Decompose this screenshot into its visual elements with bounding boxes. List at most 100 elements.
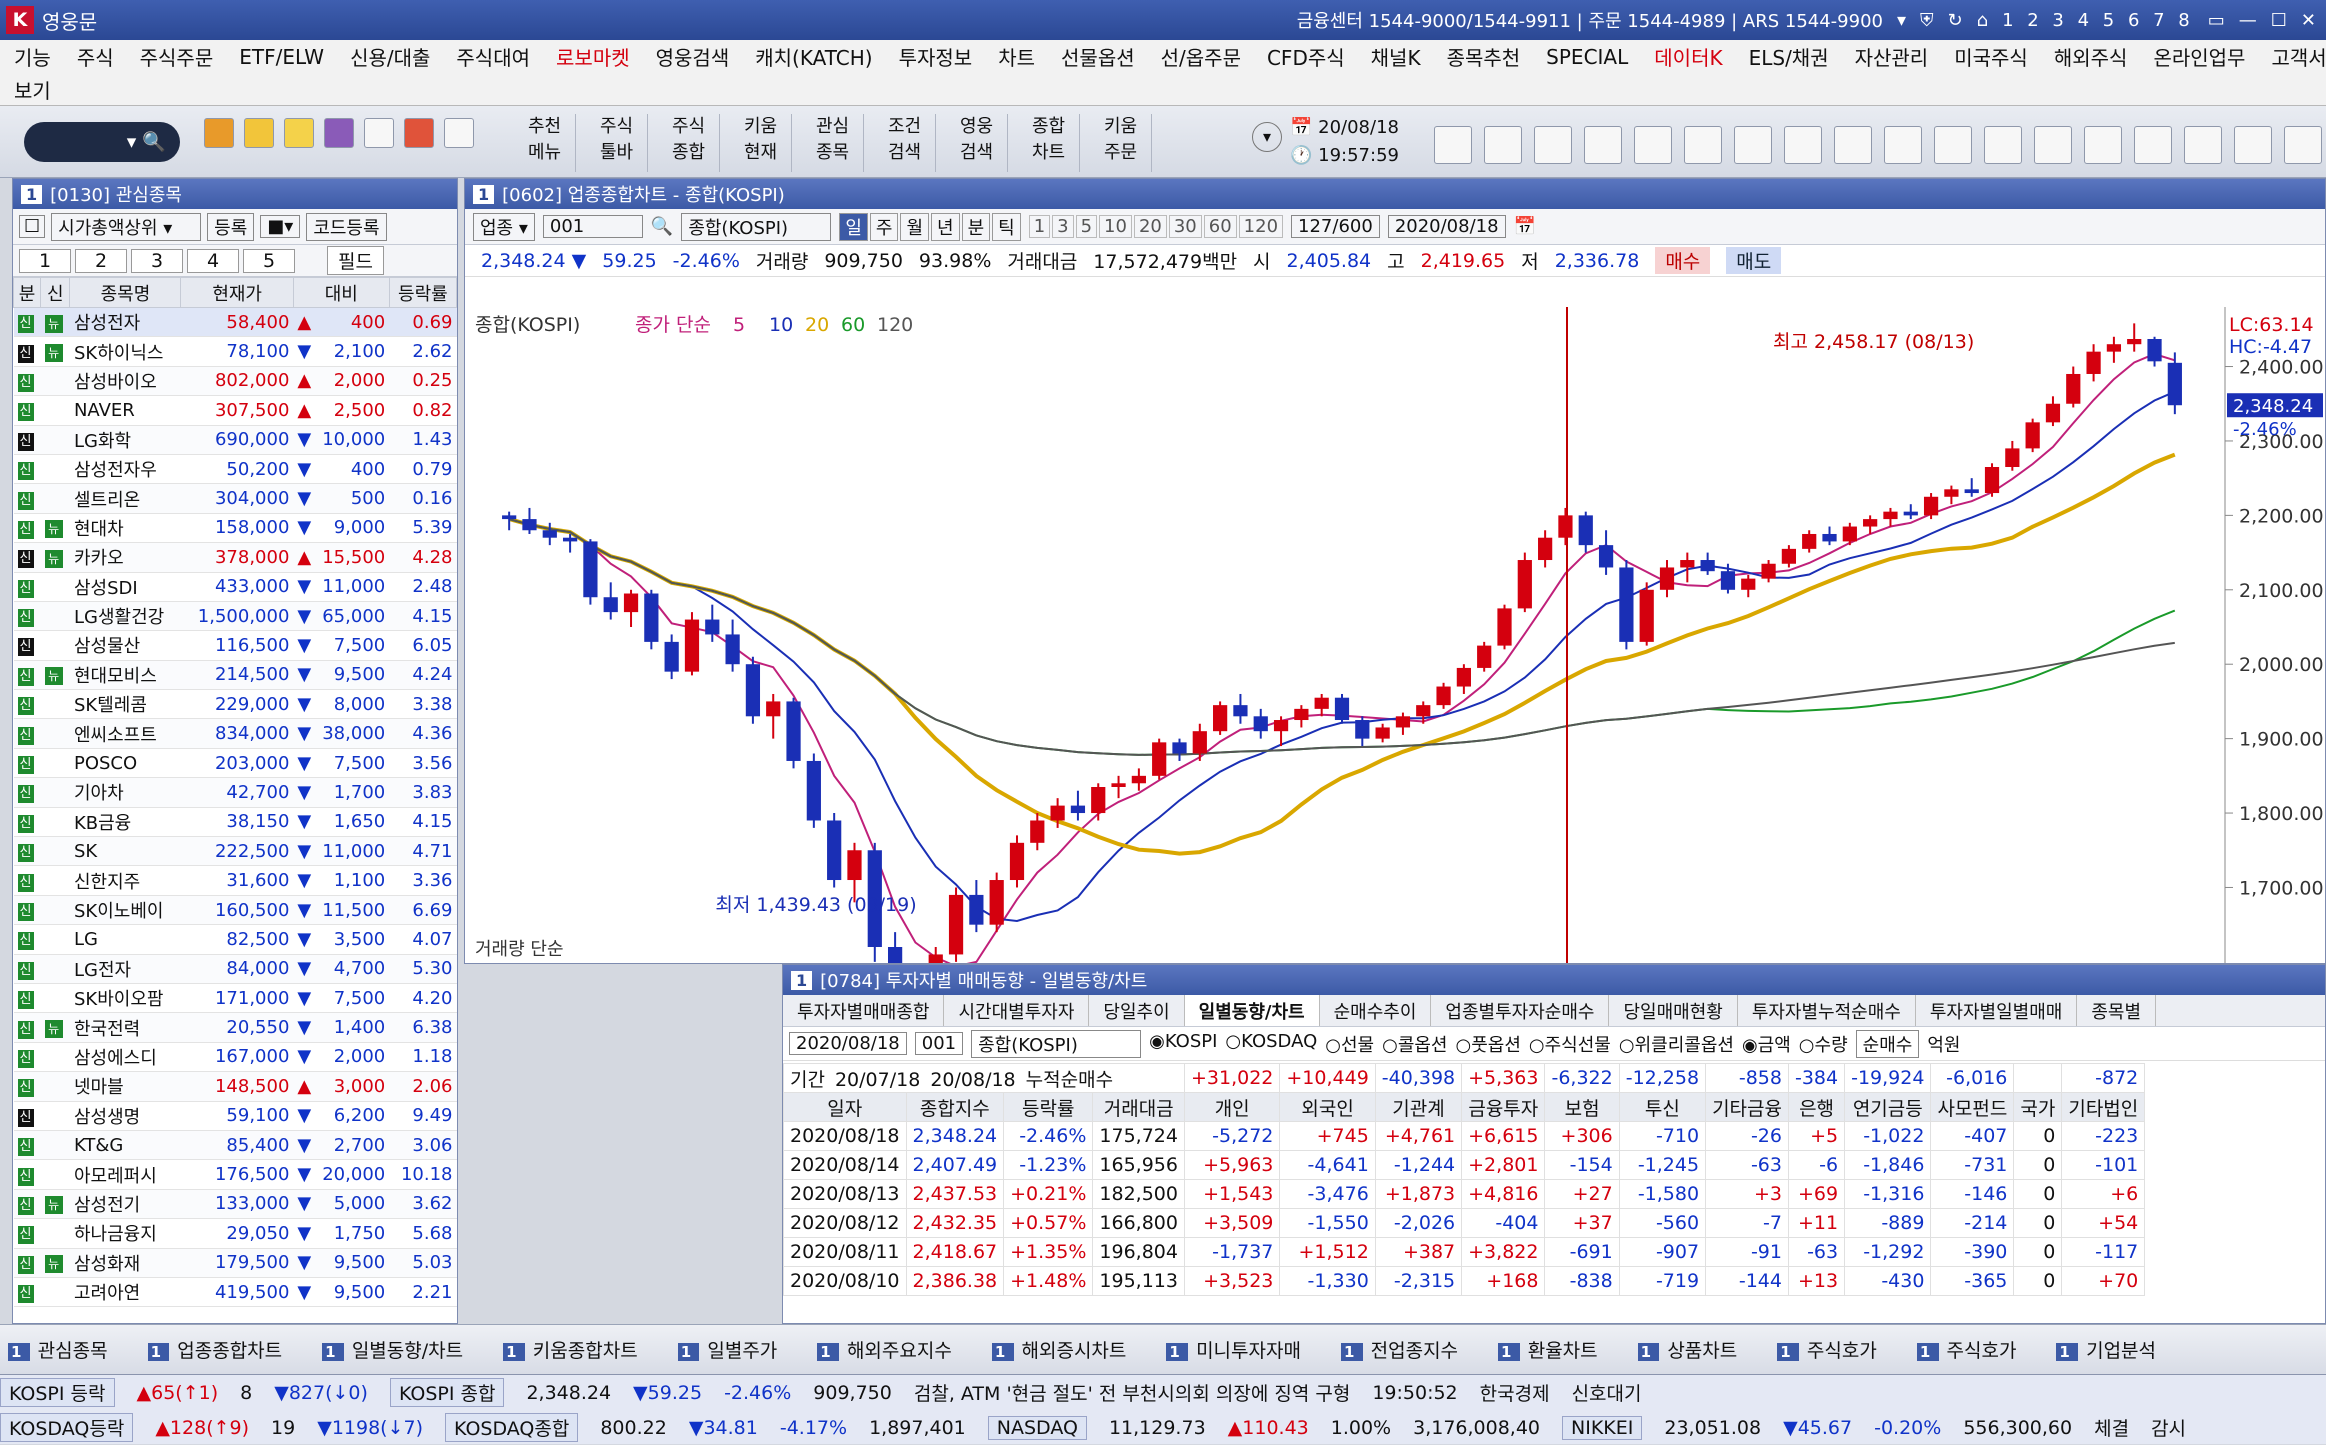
mode-select[interactable]: 순매수: [1855, 1029, 1920, 1058]
investor-column-header[interactable]: 국가: [2013, 1092, 2063, 1122]
taskbar-item[interactable]: 1 기업분석: [2048, 1336, 2172, 1363]
stock-name[interactable]: 카카오: [69, 542, 181, 573]
menu-item[interactable]: 주식: [77, 42, 114, 71]
table-row[interactable]: 신 삼성전자우 50,200 ▼ 400 0.79: [13, 454, 457, 485]
status-value[interactable]: NASDAQ: [987, 1415, 1087, 1440]
filter-select[interactable]: 시가총액상위 ▾: [51, 212, 202, 241]
table-row[interactable]: 신 SK텔레콤 229,000 ▼ 8,000 3.38: [13, 689, 457, 720]
column-header[interactable]: 신: [40, 277, 71, 308]
menu-item[interactable]: 미국주식: [1954, 42, 2028, 71]
table-row[interactable]: 신 SK바이오팜 171,000 ▼ 7,500 4.20: [13, 983, 457, 1014]
menu-item[interactable]: 선/옵주문: [1161, 42, 1241, 71]
screen-icon[interactable]: [404, 118, 434, 148]
taskbar-item[interactable]: 1 해외주요지수: [809, 1336, 968, 1363]
menu-item[interactable]: 로보마켓: [556, 42, 630, 71]
investor-tab[interactable]: 투자자별누적순매수: [1738, 995, 1916, 1026]
investor-column-header[interactable]: 투신: [1618, 1092, 1707, 1122]
status-value[interactable]: KOSPI 종합: [389, 1378, 505, 1407]
taskbar-item[interactable]: 1 주식호가: [1909, 1336, 2033, 1363]
stock-name[interactable]: LG전자: [69, 954, 181, 984]
toolbar-button[interactable]: 조건 검색: [874, 114, 936, 172]
table-row[interactable]: 신 고려아연 419,500 ▼ 9,500 2.21: [13, 1277, 457, 1308]
stock-name[interactable]: 삼성물산: [69, 630, 181, 661]
undo-icon[interactable]: [1984, 126, 2022, 164]
camera-icon[interactable]: [324, 118, 354, 148]
menu-item[interactable]: 투자정보: [899, 42, 973, 71]
investor-column-header[interactable]: 기타금융: [1705, 1092, 1789, 1122]
settings-icon[interactable]: [1534, 126, 1572, 164]
period-tab[interactable]: 년: [931, 212, 960, 241]
candlestick-chart[interactable]: 종합(KOSPI) 종가 단순 5 10 20 60 1202,400.002,300.00…: [465, 307, 2325, 963]
menu-item[interactable]: 자산관리: [1855, 42, 1929, 71]
table-row[interactable]: 신 뉴 삼성전자 58,400 ▲ 400 0.69: [13, 307, 457, 338]
monitor-icon[interactable]: ▭: [2208, 10, 2225, 31]
menu-item[interactable]: 주식주문: [140, 42, 214, 71]
table-row[interactable]: 신 SK이노베이 160,500 ▼ 11,500 6.69: [13, 895, 457, 926]
chart-icon[interactable]: [1634, 126, 1672, 164]
investor-tab[interactable]: 업종별투자자순매수: [1431, 995, 1610, 1026]
period-from[interactable]: 20/07/18: [835, 1069, 920, 1091]
investor-column-header[interactable]: 사모펀드: [1930, 1092, 2015, 1122]
page-tab[interactable]: 4: [187, 248, 239, 273]
refresh-icon[interactable]: ↻: [1948, 10, 1963, 31]
tool-icon[interactable]: [1584, 126, 1622, 164]
stock-name[interactable]: 아모레퍼시: [69, 1159, 181, 1190]
period-tab[interactable]: 틱: [992, 212, 1021, 241]
stock-name[interactable]: LG: [69, 924, 181, 955]
menu-item[interactable]: ELS/채권: [1749, 42, 1829, 71]
period-tab[interactable]: 월: [900, 212, 929, 241]
select-all-checkbox[interactable]: ☐: [19, 215, 46, 238]
stock-name[interactable]: SK하이닉스: [69, 336, 181, 367]
investor-column-header[interactable]: 보험: [1544, 1092, 1620, 1122]
taskbar-item[interactable]: 1 전업종지수: [1333, 1336, 1474, 1363]
menu-item[interactable]: 주식대여: [456, 42, 530, 71]
maximize-icon[interactable]: ☐: [2271, 10, 2287, 31]
table-row[interactable]: 신 뉴 삼성전기 133,000 ▼ 5,000 3.62: [13, 1189, 457, 1220]
stock-name[interactable]: 고려아연: [69, 1277, 181, 1308]
table-row[interactable]: 신 셀트리온 304,000 ▼ 500 0.16: [13, 483, 457, 514]
column-header[interactable]: 현재가: [180, 277, 294, 308]
unit-radio[interactable]: ◉금액: [1742, 1031, 1791, 1057]
stock-name[interactable]: 하나금융지: [69, 1218, 181, 1249]
register-button[interactable]: 등록: [207, 212, 255, 241]
market-radio[interactable]: ○주식선물: [1529, 1031, 1611, 1057]
table-row[interactable]: 신 뉴 한국전력 20,550 ▼ 1,400 6.38: [13, 1012, 457, 1043]
table-row[interactable]: 2020/08/14 2,407.49 -1.23% 165,956 +5,963 -4,…: [783, 1150, 2146, 1180]
table-row[interactable]: 2020/08/12 2,432.35 +0.57% 166,800 +3,509 -1,…: [783, 1208, 2146, 1238]
menu-item[interactable]: 채널K: [1371, 42, 1421, 71]
taskbar-item[interactable]: 1 환율차트: [1490, 1336, 1614, 1363]
investor-column-header[interactable]: 금융투자: [1461, 1092, 1546, 1122]
market-radio[interactable]: ○위클리콜옵션: [1619, 1031, 1734, 1057]
taskbar-item[interactable]: 1 해외증시차트: [984, 1336, 1143, 1363]
table-row[interactable]: 신 넷마블 148,500 ▲ 3,000 2.06: [13, 1071, 457, 1102]
taskbar-item[interactable]: 1 상품차트: [1630, 1336, 1754, 1363]
investor-date[interactable]: 2020/08/18: [789, 1032, 907, 1055]
taskbar-item[interactable]: 1 일별주가: [670, 1336, 794, 1363]
investor-column-header[interactable]: 연기금등: [1844, 1092, 1932, 1122]
market-radio[interactable]: ○선물: [1325, 1031, 1374, 1057]
table-row[interactable]: 신 NAVER 307,500 ▲ 2,500 0.82: [13, 395, 457, 426]
taskbar-item[interactable]: 1 주식호가: [1769, 1336, 1893, 1363]
table-row[interactable]: 신 엔씨소프트 834,000 ▼ 38,000 4.36: [13, 718, 457, 749]
column-header[interactable]: 대비: [292, 277, 390, 308]
page-tab[interactable]: 5: [243, 248, 295, 273]
table-row[interactable]: 2020/08/13 2,437.53 +0.21% 182,500 +1,543 -3,…: [783, 1179, 2146, 1209]
column-header[interactable]: 종목명: [69, 277, 182, 308]
stock-name[interactable]: 삼성바이오: [69, 366, 181, 397]
toolbar-button[interactable]: 종합 차트: [1018, 114, 1080, 172]
cursor-icon[interactable]: [1684, 126, 1722, 164]
menu-item[interactable]: ETF/ELW: [239, 45, 324, 69]
stock-name[interactable]: 셀트리온: [69, 483, 181, 514]
view-toggle[interactable]: ■▾: [260, 215, 301, 238]
period-to[interactable]: 20/08/18: [930, 1069, 1015, 1091]
count-field[interactable]: 127/600: [1291, 215, 1380, 238]
folder-icon[interactable]: [204, 118, 234, 148]
stock-name[interactable]: 삼성생명: [69, 1101, 181, 1131]
column-header[interactable]: 등락률: [388, 277, 458, 308]
investor-column-header[interactable]: 기타법인: [2061, 1092, 2146, 1122]
investor-column-header[interactable]: 기관계: [1374, 1092, 1463, 1122]
stock-name[interactable]: KT&G: [69, 1130, 181, 1161]
status-value[interactable]: KOSDAQ등락: [0, 1413, 134, 1442]
layout-icon[interactable]: [1484, 126, 1522, 164]
eraser-icon[interactable]: [2134, 126, 2172, 164]
